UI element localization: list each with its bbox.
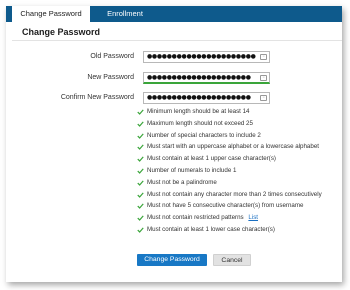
- rule-item: Number of special characters to include …: [137, 130, 322, 142]
- confirm-password-field[interactable]: ●●●●●●●●●●●●●●●●●●●●● ◦: [143, 92, 270, 104]
- cancel-button[interactable]: Cancel: [213, 254, 251, 266]
- old-password-field[interactable]: ●●●●●●●●●●●●●●●●●●●●●● ◦: [143, 51, 270, 63]
- rule-text: Minimum length should be at least 14: [147, 108, 250, 115]
- rule-text: Must contain at least 1 upper case chara…: [147, 155, 276, 163]
- rule-text: Must not contain restricted patterns: [147, 214, 244, 222]
- rule-item: Must not contain restricted patterns Lis…: [137, 212, 322, 224]
- rule-item: Maximum length should not exceed 25: [137, 118, 322, 130]
- rule-item: Minimum length should be at least 14: [137, 106, 322, 118]
- check-icon: [137, 203, 144, 210]
- old-password-value: ●●●●●●●●●●●●●●●●●●●●●●: [147, 53, 256, 60]
- new-password-field[interactable]: ●●●●●●●●●●●●●●●●●●●●● ◦: [143, 72, 270, 84]
- eye-icon[interactable]: ◦: [260, 75, 267, 81]
- rule-item: Must start with an uppercase alphabet or…: [137, 141, 322, 153]
- rule-text: Must contain at least 1 lower case chara…: [147, 225, 275, 233]
- tab-enrollment[interactable]: Enrollment: [94, 6, 156, 22]
- rule-text: Number of numerals to include 1: [147, 166, 237, 174]
- password-rules-list: Minimum length should be at least 14 Max…: [137, 106, 322, 236]
- check-icon: [137, 227, 144, 233]
- rule-text: Number of special characters to include …: [147, 131, 261, 139]
- new-password-label: New Password: [87, 74, 134, 81]
- rule-item: Must contain at least 1 upper case chara…: [137, 153, 322, 165]
- check-icon: [137, 156, 144, 163]
- confirm-password-value: ●●●●●●●●●●●●●●●●●●●●●: [147, 94, 251, 101]
- rule-text: Must not contain any character more than…: [147, 190, 322, 198]
- rule-item: Must not be a palindrome: [137, 177, 322, 189]
- check-icon: [137, 144, 144, 151]
- tab-bar: Change Password Enrollment: [6, 6, 342, 22]
- rule-item: Number of numerals to include 1: [137, 165, 322, 177]
- page-title: Change Password: [22, 27, 101, 37]
- rule-item: Must not have 5 consecutive character(s)…: [137, 200, 322, 212]
- new-password-value: ●●●●●●●●●●●●●●●●●●●●●: [147, 74, 251, 81]
- check-icon: [137, 192, 144, 198]
- check-icon: [137, 133, 144, 139]
- tab-change-password[interactable]: Change Password: [12, 6, 90, 22]
- check-icon: [137, 121, 144, 127]
- change-password-panel: Change Password Enrollment Change Passwo…: [6, 6, 342, 282]
- rule-text: Must not have 5 consecutive character(s)…: [147, 202, 304, 210]
- rule-text: Must not be a palindrome: [147, 178, 217, 186]
- rule-text: Must start with an uppercase alphabet or…: [147, 143, 319, 151]
- rule-item: Must contain at least 1 lower case chara…: [137, 224, 322, 236]
- rule-item: Must not contain any character more than…: [137, 189, 322, 201]
- check-icon: [137, 215, 144, 222]
- check-icon: [137, 180, 144, 186]
- check-icon: [137, 109, 144, 115]
- eye-icon[interactable]: ◦: [260, 54, 267, 60]
- check-icon: [137, 168, 144, 174]
- change-password-button[interactable]: Change Password: [137, 254, 207, 266]
- rule-text: Maximum length should not exceed 25: [147, 119, 253, 127]
- eye-icon[interactable]: ◦: [260, 95, 267, 101]
- confirm-password-label: Confirm New Password: [60, 94, 134, 101]
- old-password-label: Old Password: [90, 53, 134, 60]
- restricted-patterns-link[interactable]: List: [248, 214, 258, 221]
- title-divider: [12, 40, 342, 41]
